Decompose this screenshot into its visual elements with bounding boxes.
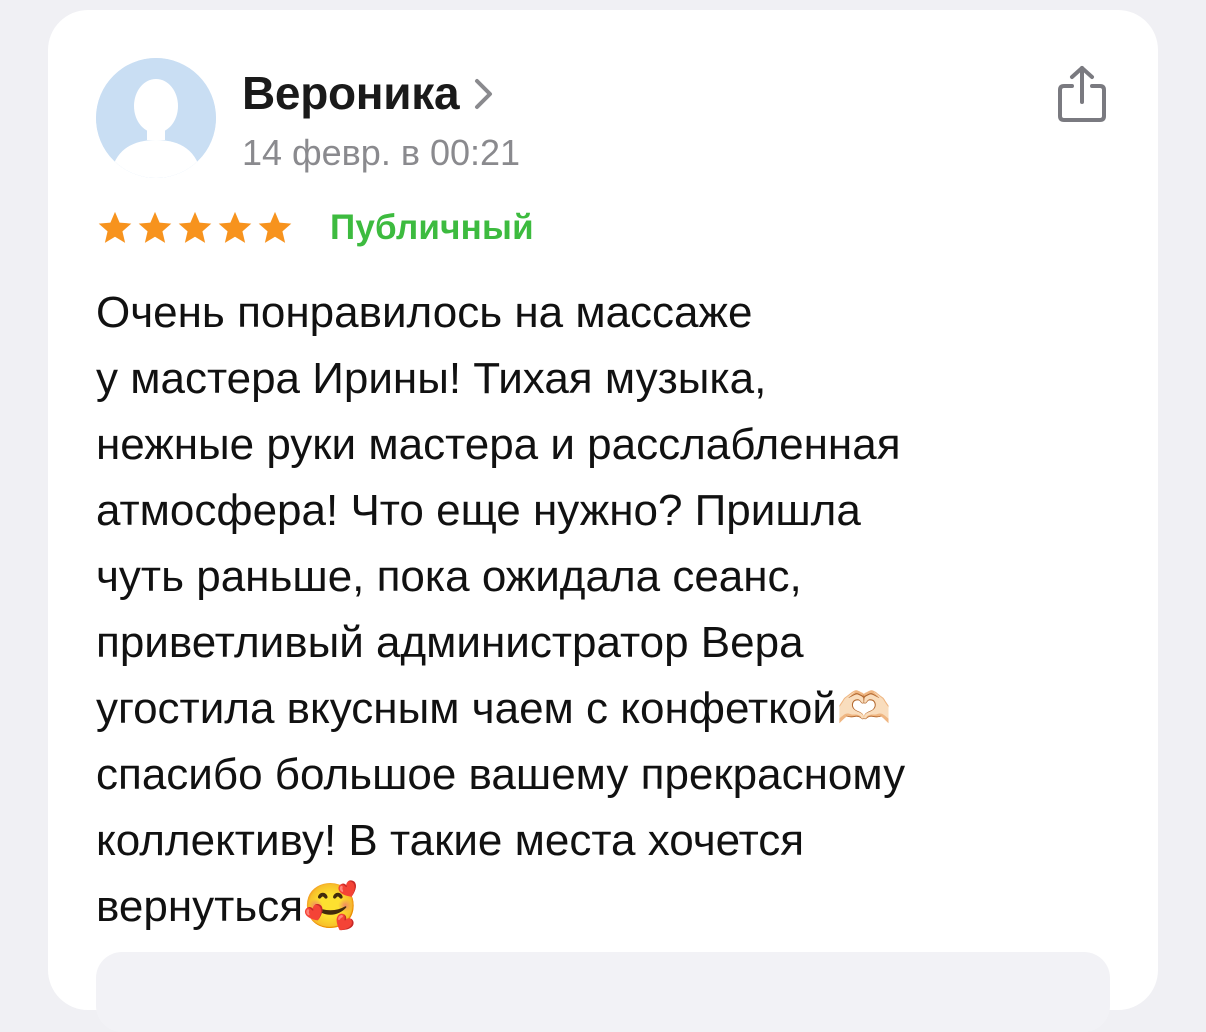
share-button[interactable] (1054, 64, 1110, 124)
star-icon (258, 211, 292, 243)
visibility-badge: Публичный (330, 208, 534, 247)
share-icon (1058, 66, 1106, 122)
star-icon (178, 211, 212, 243)
author-link[interactable]: Вероника (242, 66, 495, 120)
star-rating (96, 209, 294, 247)
review-date: 14 февр. в 00:21 (242, 132, 521, 173)
review-card: Вероника 14 февр. в 00:21 Публичный Очен… (48, 10, 1158, 1032)
author-name: Вероника (242, 67, 460, 119)
review-text: Очень понравилось на массаже у мастера И… (96, 288, 906, 931)
reply-area[interactable] (96, 952, 1110, 1032)
avatar[interactable] (96, 58, 216, 178)
star-icon (98, 211, 132, 243)
star-icon (218, 211, 252, 243)
person-silhouette-icon (96, 58, 216, 178)
star-icon (138, 211, 172, 243)
chevron-right-icon (473, 77, 495, 116)
rating-row: Публичный (96, 208, 534, 248)
